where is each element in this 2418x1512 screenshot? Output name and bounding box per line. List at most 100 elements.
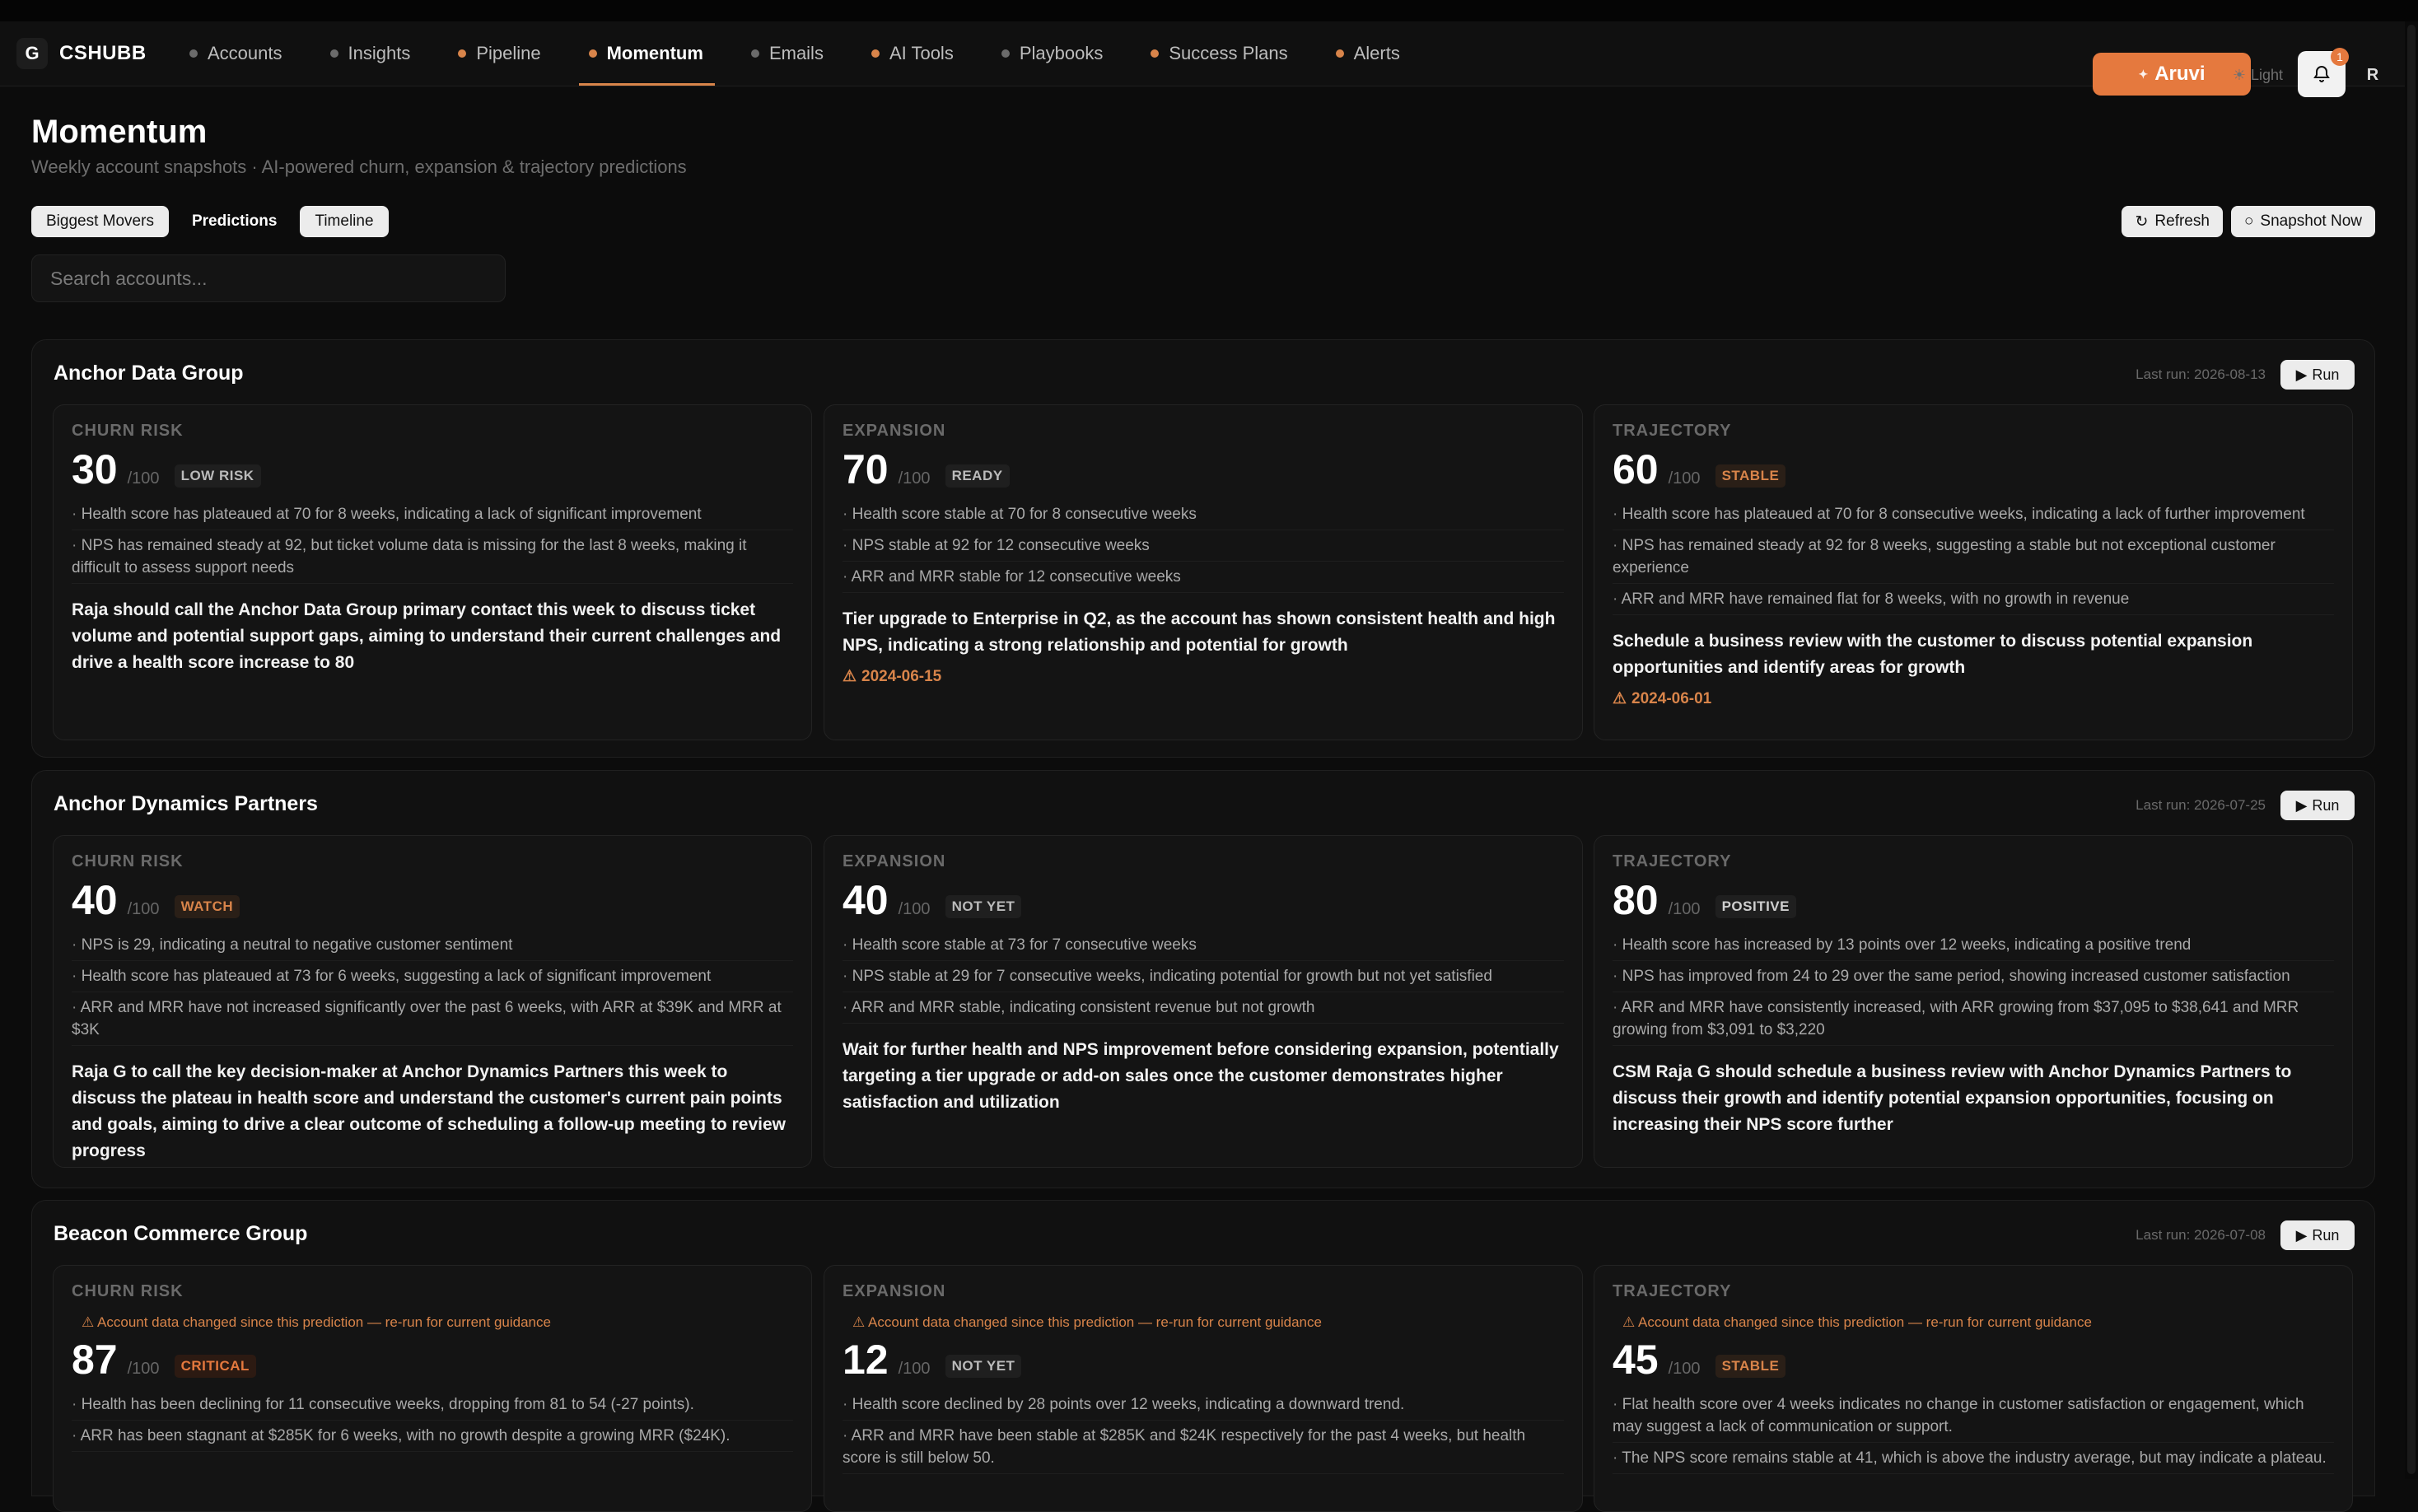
page-subtitle: Weekly account snapshots · AI-powered ch… bbox=[31, 156, 687, 177]
nav-item-label: Playbooks bbox=[1019, 43, 1104, 63]
reason-item: ARR has been stagnant at $285K for 6 wee… bbox=[72, 1421, 793, 1452]
theme-toggle-button[interactable]: ☀ Light bbox=[2224, 61, 2283, 89]
theme-toggle-label: Light bbox=[2250, 66, 2283, 83]
reason-item: ARR and MRR have not increased significa… bbox=[72, 992, 793, 1046]
reason-item: ARR and MRR have remained flat for 8 wee… bbox=[1613, 584, 2334, 615]
nav-dot-icon bbox=[750, 49, 759, 58]
recommended-action: CSM Raja G should schedule a business re… bbox=[1613, 1062, 2292, 1134]
score-out-of: /100 bbox=[898, 469, 931, 488]
nav-dot-icon bbox=[871, 49, 880, 58]
score-out-of: /100 bbox=[1668, 900, 1701, 918]
stale-data-warning: ⚠ Account data changed since this predic… bbox=[82, 1314, 793, 1331]
nav-item-label: Accounts bbox=[208, 43, 282, 63]
recommended-action: Wait for further health and NPS improvem… bbox=[843, 1040, 1559, 1112]
nav-item-emails[interactable]: Emails bbox=[735, 21, 842, 86]
nav-dot-icon bbox=[189, 49, 198, 58]
window-top-edge bbox=[0, 0, 2418, 21]
reason-list: Health score has plateaued at 70 for 8 c… bbox=[1613, 499, 2334, 615]
nav-item-success-plans[interactable]: Success Plans bbox=[1134, 21, 1305, 86]
account-card-anchor-data-group: Anchor Data Group Last run: 2026-08-13 ▶ Ru… bbox=[31, 339, 2375, 758]
nav-item-label: AI Tools bbox=[889, 43, 954, 63]
search-accounts-input[interactable] bbox=[31, 254, 506, 302]
reason-item: Health score stable at 73 for 7 consecut… bbox=[843, 930, 1564, 961]
prediction-label: EXPANSION bbox=[843, 1282, 946, 1300]
prediction-score: 60 bbox=[1613, 446, 1659, 492]
reason-item: ARR and MRR stable for 12 consecutive we… bbox=[843, 562, 1564, 593]
prediction-card-churn-risk: CHURN RISK ⚠ Account data changed since t… bbox=[53, 1265, 812, 1512]
status-badge: READY bbox=[945, 464, 1010, 488]
reason-item: NPS stable at 92 for 12 consecutive week… bbox=[843, 530, 1564, 562]
score-row: 80/100 POSITIVE bbox=[1613, 880, 2334, 922]
refresh-button[interactable]: ↻ Refresh bbox=[2122, 206, 2223, 237]
app-name: CSHUBB bbox=[59, 42, 147, 64]
nav-item-momentum[interactable]: Momentum bbox=[572, 21, 721, 86]
account-card-beacon-commerce-group: Beacon Commerce Group Last run: 2026-07-0… bbox=[31, 1200, 2375, 1512]
reason-item: NPS has improved from 24 to 29 over the … bbox=[1613, 961, 2334, 992]
reason-item: NPS has remained steady at 92, but ticke… bbox=[72, 530, 793, 584]
last-run-timestamp: Last run: 2026-07-25 bbox=[2136, 797, 2266, 813]
prediction-label: CHURN RISK bbox=[72, 852, 184, 870]
notifications-button[interactable]: 1 bbox=[2298, 48, 2349, 97]
snapshot-now-button[interactable]: ○ Snapshot Now bbox=[2230, 206, 2375, 237]
reason-item: NPS has remained steady at 92 for 8 week… bbox=[1613, 530, 2334, 584]
nav-item-label: Emails bbox=[768, 43, 824, 63]
prediction-label: EXPANSION bbox=[843, 852, 946, 870]
prediction-card-trajectory: TRAJECTORY 60/100 STABLE Health score has p… bbox=[1594, 404, 2353, 740]
score-row: 87/100 CRITICAL bbox=[72, 1339, 793, 1381]
nav-dot-icon bbox=[458, 49, 467, 58]
user-avatar[interactable]: R bbox=[2360, 61, 2385, 89]
due-date-value: 2024-06-01 bbox=[1631, 689, 1712, 707]
prediction-card-trajectory: TRAJECTORY ⚠ Account data changed since t… bbox=[1594, 1265, 2353, 1512]
play-icon: ▶ bbox=[2295, 1226, 2308, 1244]
reason-list: Health score declined by 28 points over … bbox=[843, 1389, 1564, 1474]
nav-item-insights[interactable]: Insights bbox=[314, 21, 429, 86]
prediction-score: 12 bbox=[843, 1337, 889, 1383]
prediction-label: TRAJECTORY bbox=[1613, 422, 1732, 440]
nav-item-accounts[interactable]: Accounts bbox=[173, 21, 301, 86]
page-scrollbar[interactable] bbox=[2405, 21, 2418, 1479]
nav-item-label: Pipeline bbox=[476, 43, 541, 63]
app-logo[interactable]: G CSHUBB bbox=[16, 38, 147, 69]
status-badge: STABLE bbox=[1715, 464, 1786, 488]
due-date: ⚠ 2024-06-01 bbox=[1613, 689, 2334, 708]
nav-item-ai-tools[interactable]: AI Tools bbox=[855, 21, 972, 86]
reason-item: Health score has plateaued at 73 for 6 w… bbox=[72, 961, 793, 992]
reason-list: Health score has increased by 13 points … bbox=[1613, 930, 2334, 1046]
nav-dot-icon bbox=[329, 49, 338, 58]
score-out-of: /100 bbox=[1668, 1360, 1701, 1378]
nav-item-label: Momentum bbox=[606, 43, 703, 63]
tab-biggest-movers[interactable]: Biggest Movers bbox=[31, 206, 169, 237]
warning-icon: ⚠ bbox=[1613, 690, 1627, 707]
score-out-of: /100 bbox=[127, 1360, 160, 1378]
account-name: Anchor Data Group bbox=[54, 362, 244, 385]
play-icon: ▶ bbox=[2295, 796, 2308, 814]
tab-timeline[interactable]: Timeline bbox=[300, 206, 389, 237]
score-row: 30/100 LOW RISK bbox=[72, 449, 793, 491]
nav-item-playbooks[interactable]: Playbooks bbox=[985, 21, 1122, 86]
account-card-anchor-dynamics-partners: Anchor Dynamics Partners Last run: 2026-0… bbox=[31, 770, 2375, 1188]
scrollbar-thumb[interactable] bbox=[2407, 25, 2416, 1474]
nav-item-pipeline[interactable]: Pipeline bbox=[441, 21, 558, 86]
warning-icon: ⚠ bbox=[852, 1314, 869, 1330]
status-badge: STABLE bbox=[1715, 1355, 1786, 1378]
run-prediction-button[interactable]: ▶ Run bbox=[2280, 1220, 2355, 1250]
run-prediction-button[interactable]: ▶ Run bbox=[2280, 360, 2355, 390]
spark-icon: ✦ bbox=[2138, 67, 2149, 81]
nav-item-alerts[interactable]: Alerts bbox=[1319, 21, 1418, 86]
prediction-score: 40 bbox=[843, 877, 889, 923]
stale-data-warning-text: Account data changed since this predicti… bbox=[868, 1314, 1322, 1330]
top-navigation-bar: G CSHUBB Accounts Insights Pipeline Momentu… bbox=[0, 21, 2418, 97]
score-row: 40/100 NOT YET bbox=[843, 880, 1564, 922]
prediction-label: CHURN RISK bbox=[72, 1282, 184, 1300]
run-button-label: Run bbox=[2312, 796, 2340, 814]
stale-data-warning-text: Account data changed since this predicti… bbox=[1638, 1314, 2092, 1330]
score-out-of: /100 bbox=[898, 1360, 931, 1378]
score-row: 12/100 NOT YET bbox=[843, 1339, 1564, 1381]
due-date: ⚠ 2024-06-15 bbox=[843, 667, 1564, 686]
score-out-of: /100 bbox=[127, 469, 160, 488]
run-prediction-button[interactable]: ▶ Run bbox=[2280, 791, 2355, 820]
score-out-of: /100 bbox=[898, 900, 931, 918]
reason-list: Health score has plateaued at 70 for 8 w… bbox=[72, 499, 793, 584]
tab-predictions[interactable]: Predictions bbox=[177, 206, 292, 237]
warning-icon: ⚠ bbox=[82, 1314, 98, 1330]
